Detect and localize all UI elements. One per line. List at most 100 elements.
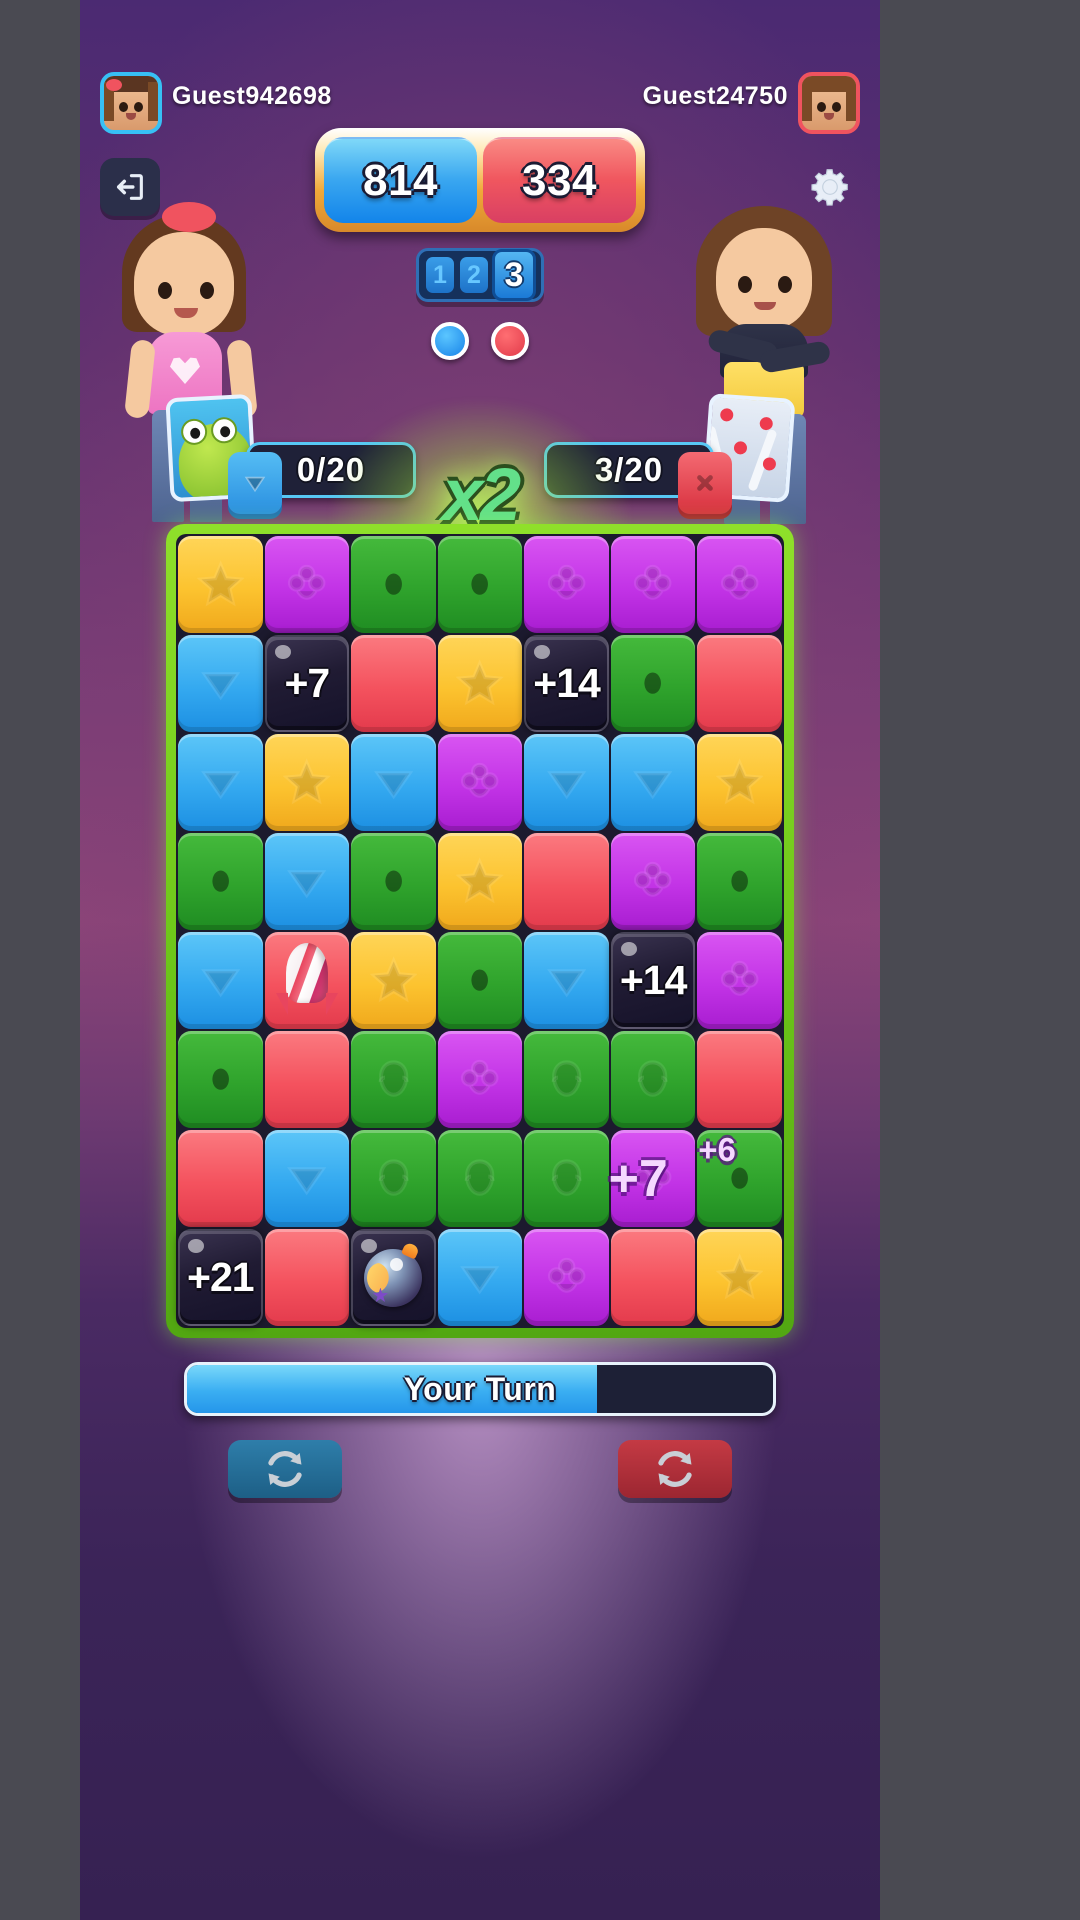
cross-icon [370, 656, 417, 710]
goal-tile-left [228, 452, 282, 514]
tile-r4-c4[interactable] [437, 833, 523, 930]
circle-icon [731, 870, 748, 893]
tile-r7-c5[interactable] [524, 1130, 609, 1227]
tile-r1-c4[interactable] [437, 536, 523, 633]
clover-icon [547, 565, 586, 601]
tile-r8-c1[interactable]: +21 [178, 1229, 263, 1326]
tile-r7-c3[interactable] [351, 1130, 436, 1227]
triangle-icon [287, 1167, 327, 1196]
tile-r8-c7[interactable] [697, 1229, 782, 1326]
tile-r5-c1[interactable] [178, 932, 263, 1029]
tile-r3-c7[interactable] [697, 734, 782, 831]
tile-r7-c7[interactable] [697, 1130, 782, 1227]
tile-r7-c2[interactable] [264, 1130, 350, 1227]
cross-icon [543, 854, 590, 908]
tile-r1-c2[interactable] [264, 536, 350, 633]
frog-icon [551, 1159, 582, 1197]
tile-r1-c3[interactable] [351, 536, 436, 633]
frog-icon [464, 1159, 495, 1197]
tile-r5-c3[interactable] [351, 932, 436, 1029]
cross-icon [716, 656, 763, 710]
turn-label: Your Turn [403, 1370, 557, 1407]
tile-bonus-value: +7 [284, 660, 330, 706]
tile-r2-c7[interactable] [697, 635, 782, 732]
turn-progress-bar: Your Turn [184, 1362, 776, 1416]
game-board[interactable]: +7 +14 +14 +21 [176, 534, 784, 1328]
triangle-icon [460, 1266, 500, 1295]
tile-r2-c2[interactable]: +7 [264, 635, 350, 732]
goal-tile-right [678, 452, 732, 514]
tile-r2-c6[interactable] [610, 635, 696, 732]
frog-icon [551, 1060, 582, 1098]
star-icon [369, 956, 418, 1003]
tile-r4-c3[interactable] [351, 833, 436, 930]
clover-icon [720, 961, 759, 997]
tile-r1-c5[interactable] [524, 536, 609, 633]
move-pip-active: 3 [492, 249, 536, 301]
triangle-icon [373, 771, 413, 800]
clover-icon [634, 565, 672, 601]
score-player-left: 814 [324, 137, 477, 223]
tile-r6-c4[interactable] [437, 1031, 523, 1128]
tile-r5-c2[interactable] [264, 932, 350, 1029]
tile-r6-c1[interactable] [178, 1031, 263, 1128]
tile-r6-c7[interactable] [697, 1031, 782, 1128]
game-screen: Guest942698 Guest24750 814 334 1 2 3 x2 … [80, 0, 880, 1920]
tile-r5-c4[interactable] [437, 932, 523, 1029]
tile-r8-c5[interactable] [524, 1229, 609, 1326]
turn-dot-left [431, 322, 469, 360]
tile-r1-c1[interactable] [178, 536, 263, 633]
tile-r4-c7[interactable] [697, 833, 782, 930]
tile-r4-c5[interactable] [524, 833, 609, 930]
tile-r3-c2[interactable] [264, 734, 350, 831]
circle-icon [211, 1068, 229, 1091]
tile-r3-c4[interactable] [437, 734, 523, 831]
tile-r6-c6[interactable] [610, 1031, 696, 1128]
tile-r7-c6[interactable] [610, 1130, 696, 1227]
tile-r8-c4[interactable] [437, 1229, 523, 1326]
tile-r3-c5[interactable] [524, 734, 609, 831]
tile-r6-c5[interactable] [524, 1031, 609, 1128]
tile-r8-c3[interactable] [351, 1229, 436, 1326]
circle-icon [385, 573, 402, 596]
tile-r4-c6[interactable] [610, 833, 696, 930]
tile-r8-c6[interactable] [610, 1229, 696, 1326]
tile-r1-c7[interactable] [697, 536, 782, 633]
tile-r5-c5[interactable] [524, 932, 609, 1029]
clover-icon [461, 763, 499, 799]
tile-r6-c3[interactable] [351, 1031, 436, 1128]
tile-r7-c1[interactable] [178, 1130, 263, 1227]
tile-r3-c3[interactable] [351, 734, 436, 831]
star-icon [283, 758, 331, 805]
tile-bonus-value: +21 [187, 1254, 255, 1300]
tile-r5-c7[interactable] [697, 932, 782, 1029]
triangle-icon [200, 771, 240, 800]
tile-r8-c2[interactable] [264, 1229, 350, 1326]
avatar-player-right[interactable] [798, 72, 860, 134]
triangle-icon [244, 476, 266, 493]
bomb-icon [364, 1240, 423, 1307]
triangle-icon [547, 969, 587, 998]
tile-r2-c3[interactable] [351, 635, 436, 732]
tile-r4-c2[interactable] [264, 833, 350, 930]
right-letterbox [1000, 0, 1080, 1920]
refresh-button-right[interactable] [618, 1440, 732, 1498]
tile-r1-c6[interactable] [610, 536, 696, 633]
score-player-right: 334 [483, 137, 636, 223]
star-icon [716, 1253, 764, 1300]
tile-r7-c4[interactable] [437, 1130, 523, 1227]
tile-r2-c4[interactable] [437, 635, 523, 732]
tile-r2-c1[interactable] [178, 635, 263, 732]
tile-r3-c6[interactable] [610, 734, 696, 831]
tile-r2-c5[interactable]: +14 [524, 635, 609, 732]
refresh-button-left[interactable] [228, 1440, 342, 1498]
tile-r6-c2[interactable] [264, 1031, 350, 1128]
tile-r3-c1[interactable] [178, 734, 263, 831]
tile-r4-c1[interactable] [178, 833, 263, 930]
refresh-icon [658, 1451, 692, 1487]
tile-bonus-value: +14 [619, 957, 688, 1003]
avatar-player-left[interactable] [100, 72, 162, 134]
triangle-icon [287, 870, 327, 899]
cross-icon [697, 475, 713, 491]
tile-r5-c6[interactable]: +14 [610, 932, 696, 1029]
